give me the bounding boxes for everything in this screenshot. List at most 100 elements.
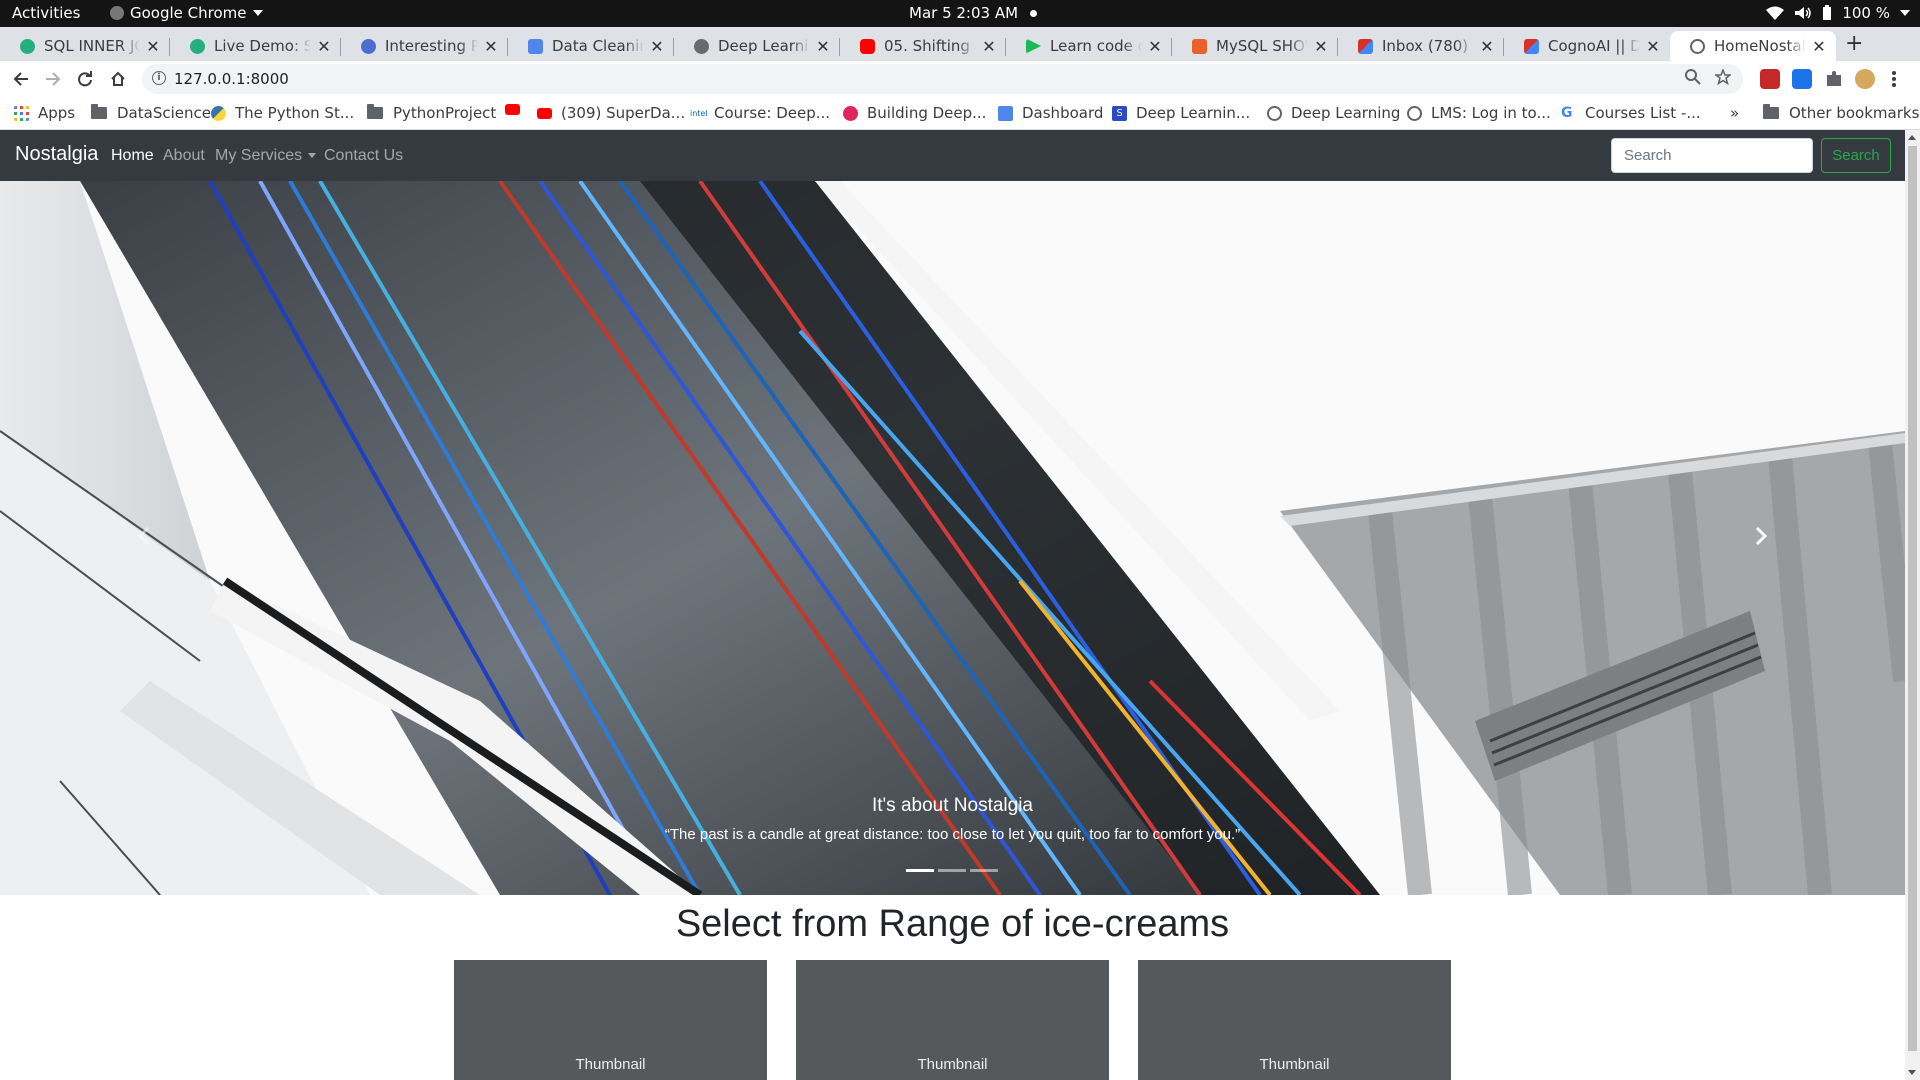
- bookmark-item[interactable]: G Courses List -...: [1561, 104, 1701, 122]
- chrome-icon: [110, 6, 124, 20]
- close-icon[interactable]: ✕: [1148, 37, 1162, 56]
- tab-favicon-icon: [361, 38, 376, 54]
- activities-button[interactable]: Activities: [12, 4, 80, 22]
- site-search-input[interactable]: Search: [1611, 138, 1813, 173]
- hero-architecture-image: [0, 181, 1905, 895]
- tab[interactable]: CognoAI || Django ✕: [1504, 31, 1670, 61]
- bookmark-label: Deep Learnin...: [1136, 104, 1251, 122]
- carousel-indicators: [906, 869, 998, 872]
- nav-home[interactable]: Home: [111, 147, 154, 165]
- close-icon[interactable]: ✕: [650, 37, 664, 56]
- extension-icon[interactable]: [1792, 69, 1812, 89]
- carousel-next-icon[interactable]: [1750, 526, 1770, 546]
- tab[interactable]: Live Demo: SQL ✕: [170, 31, 341, 61]
- new-tab-button[interactable]: +: [1845, 31, 1863, 56]
- site-brand[interactable]: Nostalgia: [15, 143, 98, 166]
- bookmark-label: Dashboard: [1022, 104, 1104, 122]
- nav-my-services[interactable]: My Services: [215, 147, 317, 165]
- forward-button[interactable]: [41, 67, 65, 91]
- home-button[interactable]: [106, 67, 130, 91]
- address-bar[interactable]: i 127.0.0.1:8000: [142, 64, 1743, 94]
- star-icon[interactable]: [1715, 69, 1731, 85]
- clock[interactable]: Mar 5 2:03 AM: [909, 4, 1038, 22]
- scrollbar-thumb[interactable]: [1908, 146, 1917, 1051]
- arrow-right-icon: [46, 72, 61, 86]
- tab-favicon-icon: [860, 38, 875, 54]
- close-icon[interactable]: ✕: [317, 37, 331, 56]
- bookmark-item[interactable]: Deep Learning: [1267, 104, 1400, 122]
- google-icon: G: [1561, 104, 1573, 121]
- bookmark-label: Building Deep...: [867, 104, 987, 122]
- bookmark-item[interactable]: Dashboard: [998, 104, 1103, 122]
- app-name: Google Chrome: [130, 4, 247, 22]
- thumbnail-card[interactable]: Thumbnail: [1138, 960, 1451, 1080]
- carousel-prev-icon[interactable]: [135, 526, 155, 546]
- bookmark-apps[interactable]: Apps: [14, 104, 75, 122]
- system-tray[interactable]: 100 %: [1766, 4, 1910, 22]
- tab-active[interactable]: HomeNostalgia ✕: [1670, 31, 1836, 61]
- kebab-menu-icon[interactable]: [1888, 69, 1900, 89]
- nav-about[interactable]: About: [163, 147, 205, 165]
- site-info-icon[interactable]: i: [152, 71, 166, 85]
- close-icon[interactable]: ✕: [1812, 37, 1826, 56]
- reload-button[interactable]: [73, 67, 97, 91]
- reload-icon: [78, 71, 92, 87]
- bookmark-item[interactable]: Building Deep...: [843, 104, 986, 122]
- globe-icon: [1690, 38, 1705, 54]
- carousel-indicator[interactable]: [970, 869, 998, 872]
- thumbnail-card[interactable]: Thumbnail: [796, 960, 1109, 1080]
- app-menu[interactable]: Google Chrome: [110, 4, 263, 22]
- zoom-icon[interactable]: [1685, 69, 1701, 85]
- carousel-indicator[interactable]: [938, 869, 966, 872]
- bookmark-item[interactable]: intel Course: Deep...: [690, 104, 830, 122]
- bookmark-folder[interactable]: PythonProject: [367, 104, 496, 122]
- tab-title: Inbox (780) - pu: [1382, 37, 1474, 55]
- bookmark-item[interactable]: LMS: Log in to...: [1407, 104, 1551, 122]
- close-icon[interactable]: ✕: [1480, 37, 1494, 56]
- puzzle-icon[interactable]: [1824, 69, 1844, 89]
- close-icon[interactable]: ✕: [484, 37, 498, 56]
- back-button[interactable]: [9, 67, 33, 91]
- tab[interactable]: 05. Shifting in ✕: [840, 31, 1006, 61]
- arrow-left-icon: [13, 72, 28, 86]
- bookmark-item[interactable]: The Python St...: [211, 104, 354, 122]
- close-icon[interactable]: ✕: [982, 37, 996, 56]
- bookmark-item[interactable]: S Deep Learnin...: [1112, 104, 1250, 122]
- pdf-extension-icon[interactable]: [1760, 69, 1780, 89]
- battery-level: 100 %: [1842, 4, 1890, 22]
- blue-square-icon: [998, 105, 1013, 121]
- thumbnail-card[interactable]: Thumbnail: [454, 960, 767, 1080]
- site-search-button[interactable]: Search: [1821, 138, 1891, 173]
- tab[interactable]: Inbox (780) - pu ✕: [1338, 31, 1504, 61]
- apps-grid-icon: [14, 105, 29, 121]
- scroll-up-icon[interactable]: [1908, 135, 1916, 140]
- tab-title: 05. Shifting in: [884, 37, 976, 55]
- close-icon[interactable]: ✕: [1646, 37, 1660, 56]
- tab[interactable]: Learn code online ✕: [1006, 31, 1172, 61]
- tab[interactable]: Interesting Python ✕: [341, 31, 508, 61]
- bookmark-folder[interactable]: DataScience: [91, 104, 211, 122]
- tab[interactable]: Data Cleaning ✕: [508, 31, 674, 61]
- battery-icon: [1823, 5, 1832, 20]
- page-scrollbar[interactable]: [1905, 130, 1920, 1080]
- nav-contact-us[interactable]: Contact Us: [324, 147, 403, 165]
- other-bookmarks[interactable]: Other bookmarks: [1763, 104, 1919, 122]
- gmail-icon: [1524, 38, 1539, 54]
- close-icon[interactable]: ✕: [1314, 37, 1328, 56]
- bookmarks-overflow-button[interactable]: »: [1730, 104, 1739, 122]
- home-icon: [111, 71, 125, 86]
- tab[interactable]: Deep Learning ✕: [674, 31, 840, 61]
- close-icon[interactable]: ✕: [816, 37, 830, 56]
- tab-title: Deep Learning: [718, 37, 810, 55]
- tab[interactable]: MySQL SHOW ✕: [1172, 31, 1338, 61]
- bookmark-item[interactable]: [505, 104, 529, 115]
- bookmark-item[interactable]: (309) SuperDa...: [537, 104, 685, 122]
- avatar[interactable]: [1855, 69, 1875, 89]
- carousel-indicator[interactable]: [906, 869, 934, 872]
- tab-title: CognoAI || Django: [1548, 37, 1640, 55]
- tab-favicon-icon: [694, 38, 709, 54]
- bookmark-label: Deep Learning: [1291, 104, 1401, 122]
- close-icon[interactable]: ✕: [146, 37, 160, 56]
- scroll-down-icon[interactable]: [1908, 1070, 1916, 1075]
- tab[interactable]: SQL INNER JOIN ✕: [0, 31, 170, 61]
